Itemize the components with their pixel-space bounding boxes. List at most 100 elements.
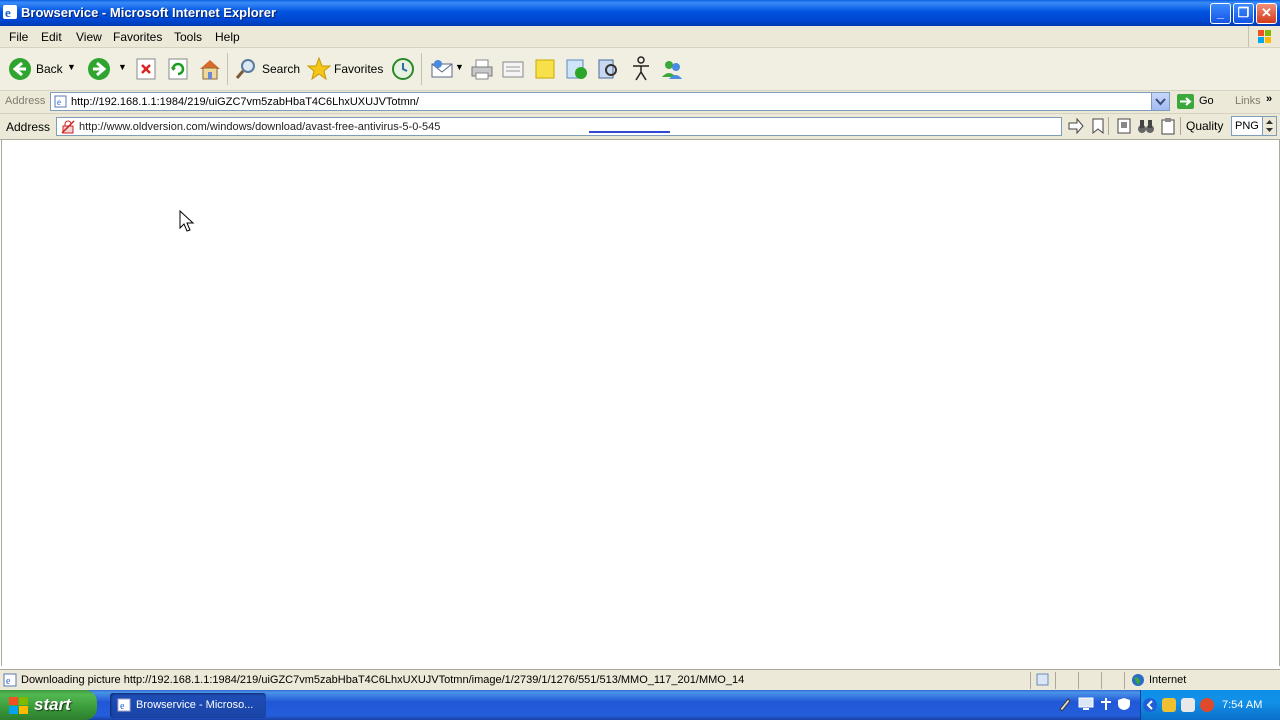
status-divider: [1030, 672, 1031, 689]
menu-view[interactable]: View: [76, 30, 102, 44]
history-icon: [392, 58, 414, 80]
quality-label: Quality: [1186, 119, 1224, 133]
quality-value[interactable]: PNG: [1235, 120, 1259, 132]
clipboard-icon: [1161, 118, 1175, 135]
menu-file[interactable]: File: [9, 30, 28, 44]
quicklaunch-pen-icon[interactable]: [1058, 697, 1072, 714]
security-zone-label: Internet: [1149, 674, 1187, 686]
find-button[interactable]: [1137, 117, 1155, 135]
home-icon: [200, 60, 220, 80]
back-label[interactable]: Back: [36, 62, 63, 76]
chevron-right-icon[interactable]: »: [1266, 93, 1272, 105]
search-button[interactable]: [234, 57, 258, 84]
spinner-arrows-icon: [1266, 120, 1273, 132]
status-divider: [1124, 672, 1125, 689]
windows-flag-icon: [9, 697, 28, 714]
skype-icon: [566, 59, 587, 79]
address-url[interactable]: http://192.168.1.1:1984/219/uiGZC7vm5zab…: [71, 96, 419, 108]
windows-logo-icon: [1248, 26, 1280, 47]
refresh-icon: [168, 58, 188, 80]
tray-mail-icon[interactable]: [1181, 698, 1195, 712]
mail-icon: [431, 60, 453, 78]
favorites-label[interactable]: Favorites: [334, 62, 383, 76]
refresh-button[interactable]: [168, 58, 188, 83]
ie-icon: e: [3, 5, 17, 19]
menu-edit[interactable]: Edit: [41, 30, 62, 44]
broken-lock-icon: [61, 120, 75, 134]
discuss-button[interactable]: [533, 57, 557, 84]
address-input[interactable]: e http://192.168.1.1:1984/219/uiGZC7vm5z…: [50, 92, 1170, 111]
svg-text:e: e: [57, 97, 61, 107]
favorites-button[interactable]: [306, 56, 332, 85]
go-forward-button[interactable]: [1067, 117, 1085, 135]
menu-help[interactable]: Help: [215, 30, 240, 44]
go-button[interactable]: Go: [1199, 95, 1214, 107]
forward-arrow-icon: [88, 58, 110, 80]
star-icon: [306, 56, 332, 81]
bookmark-icon: [1092, 118, 1104, 135]
forward-dropdown-icon[interactable]: ▼: [118, 62, 127, 72]
status-divider: [1101, 672, 1102, 689]
research-button[interactable]: [596, 57, 620, 84]
search-label[interactable]: Search: [262, 62, 300, 76]
search-icon: [235, 59, 255, 79]
home-button[interactable]: [198, 57, 222, 84]
svg-text:e: e: [5, 5, 11, 19]
quicklaunch-shield-icon[interactable]: [1117, 697, 1131, 714]
taskbar-item-browservice[interactable]: e Browservice - Microso...: [110, 693, 266, 718]
minimize-button[interactable]: _: [1210, 3, 1231, 24]
close-button[interactable]: ✕: [1256, 3, 1277, 24]
history-button[interactable]: [391, 57, 415, 84]
status-text: Downloading picture http://192.168.1.1:1…: [21, 674, 745, 686]
go-arrow-icon[interactable]: [1177, 94, 1194, 109]
mail-button[interactable]: [430, 57, 454, 84]
copy-button[interactable]: [1115, 117, 1133, 135]
arrow-right-icon: [1068, 117, 1084, 135]
address-bar: Address e http://192.168.1.1:1984/219/ui…: [0, 91, 1280, 114]
address-dropdown-button[interactable]: [1151, 93, 1169, 110]
bar-separator: [1108, 117, 1109, 135]
stop-icon: [136, 58, 156, 80]
browservice-bar: Address http://www.oldversion.com/window…: [0, 114, 1280, 140]
quality-spinner[interactable]: [1262, 117, 1276, 135]
tray-security-icon[interactable]: [1162, 698, 1176, 712]
start-label[interactable]: start: [34, 695, 71, 715]
bookmark-button[interactable]: [1089, 117, 1107, 135]
globe-icon: [1132, 674, 1144, 686]
restore-button[interactable]: ❐: [1233, 3, 1254, 24]
toolbar-separator: [227, 53, 228, 85]
binoculars-icon: [1138, 120, 1154, 133]
print-button[interactable]: [470, 57, 494, 84]
svg-text:e: e: [120, 701, 125, 712]
mouse-cursor-icon: [179, 210, 195, 232]
loading-progress-line: [589, 131, 670, 133]
links-label[interactable]: Links: [1235, 95, 1261, 107]
back-arrow-icon: [9, 58, 31, 80]
clipboard-button[interactable]: [1159, 117, 1177, 135]
mail-dropdown-icon[interactable]: ▼: [455, 62, 464, 72]
skype-button[interactable]: [565, 57, 589, 84]
accessibility-button[interactable]: [629, 56, 653, 85]
browservice-address-input[interactable]: http://www.oldversion.com/windows/downlo…: [56, 117, 1062, 136]
menu-tools[interactable]: Tools: [174, 30, 202, 44]
tray-alert-icon[interactable]: [1200, 698, 1214, 712]
quicklaunch-monitor-icon[interactable]: [1078, 697, 1094, 714]
quality-select[interactable]: PNG: [1231, 116, 1277, 136]
page-loading-icon: e: [3, 673, 17, 687]
toolbar-separator: [421, 53, 422, 85]
back-button[interactable]: [8, 57, 32, 84]
browservice-url[interactable]: http://www.oldversion.com/windows/downlo…: [79, 121, 440, 133]
stop-button[interactable]: [136, 58, 156, 83]
tray-expand-icon[interactable]: [1143, 698, 1157, 712]
messenger-button[interactable]: [660, 57, 684, 84]
edit-button[interactable]: [501, 57, 525, 84]
taskbar-item-label[interactable]: Browservice - Microso...: [136, 699, 253, 711]
clock[interactable]: 7:54 AM: [1222, 699, 1262, 711]
forward-button[interactable]: [87, 57, 111, 84]
menu-favorites[interactable]: Favorites: [113, 30, 162, 44]
back-dropdown-icon[interactable]: ▼: [67, 62, 76, 72]
person-icon: [633, 56, 649, 81]
chevron-down-icon: [1155, 98, 1166, 106]
status-divider: [1078, 672, 1079, 689]
quicklaunch-network-icon[interactable]: [1099, 697, 1113, 714]
